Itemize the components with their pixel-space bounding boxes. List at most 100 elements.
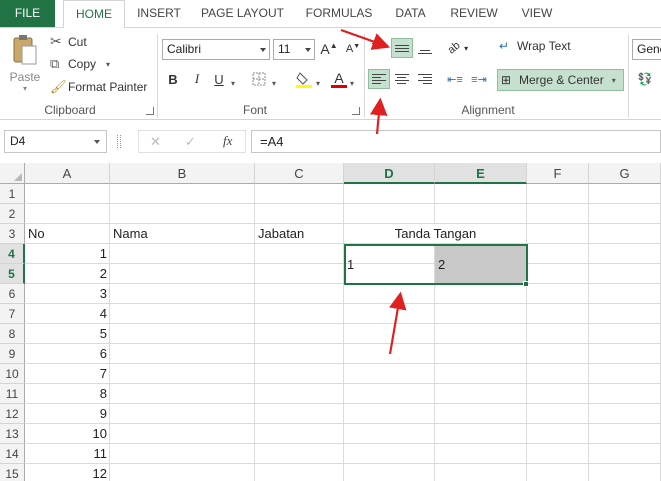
tab-page-layout[interactable]: PAGE LAYOUT — [195, 0, 290, 27]
grid-cell[interactable] — [589, 444, 661, 464]
grid-cell[interactable] — [344, 384, 435, 404]
grid-cell[interactable] — [344, 364, 435, 384]
grid-cell[interactable] — [255, 364, 344, 384]
grid-cell[interactable] — [255, 244, 344, 264]
grid-cell[interactable] — [110, 304, 255, 324]
row-header[interactable]: 9 — [0, 344, 25, 364]
format-painter-button[interactable]: 🖌 Format Painter — [50, 79, 147, 95]
grid-cell[interactable] — [110, 404, 255, 424]
column-header-b[interactable]: B — [110, 163, 255, 184]
middle-align-button[interactable] — [391, 38, 413, 58]
grid-cell[interactable] — [589, 284, 661, 304]
grid-cell[interactable] — [255, 464, 344, 481]
chevron-down-icon[interactable]: ▾ — [316, 79, 320, 88]
grid-cell[interactable] — [589, 264, 661, 284]
grid-cell[interactable] — [435, 204, 527, 224]
cell-a4[interactable]: 1 — [25, 244, 110, 264]
grid-cell[interactable] — [255, 444, 344, 464]
grid-cell[interactable] — [435, 424, 527, 444]
cell-a6[interactable]: 3 — [25, 284, 110, 304]
orientation-button[interactable]: ab ▾ — [444, 38, 472, 58]
column-header-f[interactable]: F — [527, 163, 589, 184]
grid-cell[interactable] — [344, 204, 435, 224]
row-header[interactable]: 12 — [0, 404, 25, 424]
cell-d3[interactable]: Tanda Tangan — [344, 224, 527, 244]
grid-cell[interactable] — [527, 464, 589, 481]
cell-a8[interactable]: 5 — [25, 324, 110, 344]
grid-cell[interactable] — [527, 244, 589, 264]
grid-cell[interactable] — [527, 284, 589, 304]
grid-cell[interactable] — [344, 464, 435, 481]
decrease-indent-button[interactable]: ⇤≡ — [444, 69, 466, 89]
cell-a7[interactable]: 4 — [25, 304, 110, 324]
column-header-d[interactable]: D — [344, 163, 435, 184]
font-launcher-icon[interactable] — [352, 107, 360, 115]
grid-cell[interactable] — [344, 304, 435, 324]
cell-d4[interactable]: 1 — [344, 255, 435, 275]
grid-cell[interactable] — [589, 464, 661, 481]
grid-cell[interactable] — [110, 324, 255, 344]
grid-cell[interactable] — [344, 324, 435, 344]
row-header[interactable]: 13 — [0, 424, 25, 444]
underline-button[interactable]: U — [208, 69, 230, 89]
grid-cell[interactable] — [110, 264, 255, 284]
row-header[interactable]: 2 — [0, 204, 25, 224]
grid-cell[interactable] — [589, 184, 661, 204]
grid-cell[interactable] — [255, 284, 344, 304]
cancel-icon[interactable]: ✕ — [150, 134, 161, 150]
column-header-e[interactable]: E — [435, 163, 527, 184]
grid-cell[interactable] — [255, 424, 344, 444]
grid-cell[interactable] — [110, 464, 255, 481]
grid-cell[interactable] — [344, 404, 435, 424]
font-color-button[interactable]: A — [328, 69, 350, 89]
grid-cell[interactable] — [344, 284, 435, 304]
grid-cell[interactable] — [589, 364, 661, 384]
cell-a3[interactable]: No — [25, 224, 110, 244]
clipboard-launcher-icon[interactable] — [146, 107, 154, 115]
wrap-text-button[interactable]: ↵ Wrap Text — [499, 39, 571, 53]
accounting-format-button[interactable]: 💱 — [634, 69, 656, 89]
row-header[interactable]: 15 — [0, 464, 25, 481]
grid-cell[interactable] — [25, 204, 110, 224]
name-box[interactable]: D4 — [4, 130, 107, 153]
chevron-down-icon[interactable]: ▾ — [350, 79, 354, 88]
tab-file[interactable]: FILE — [0, 0, 55, 27]
grid-cell[interactable] — [435, 304, 527, 324]
formula-input[interactable]: =A4 — [251, 130, 661, 153]
grid-cell[interactable] — [527, 444, 589, 464]
grid-cell[interactable] — [435, 184, 527, 204]
font-name-dropdown[interactable]: Calibri — [162, 39, 270, 60]
insert-function-icon[interactable]: fx — [223, 133, 232, 149]
splitter-handle[interactable] — [117, 135, 121, 148]
column-header-g[interactable]: G — [589, 163, 661, 184]
chevron-down-icon[interactable]: ▾ — [231, 79, 235, 88]
grid-cell[interactable] — [110, 384, 255, 404]
grid-cell[interactable] — [527, 264, 589, 284]
grid-cell[interactable] — [110, 424, 255, 444]
grid-cell[interactable] — [110, 364, 255, 384]
tab-formulas[interactable]: FORMULAS — [298, 0, 380, 27]
grid-cell[interactable] — [255, 324, 344, 344]
grid-cell[interactable] — [435, 384, 527, 404]
grid-cell[interactable] — [589, 344, 661, 364]
number-format-dropdown[interactable]: Gene — [632, 39, 661, 60]
tab-view[interactable]: VIEW — [513, 0, 561, 27]
grid-cell[interactable] — [589, 244, 661, 264]
grid-cell[interactable] — [255, 184, 344, 204]
grid-cell[interactable] — [344, 424, 435, 444]
cell-a12[interactable]: 9 — [25, 404, 110, 424]
row-header[interactable]: 11 — [0, 384, 25, 404]
grid-cell[interactable] — [527, 304, 589, 324]
cut-button[interactable]: ✂ Cut — [50, 33, 87, 50]
row-header[interactable]: 8 — [0, 324, 25, 344]
align-center-button[interactable] — [391, 69, 413, 89]
grid-cell[interactable] — [589, 384, 661, 404]
column-header-c[interactable]: C — [255, 163, 344, 184]
row-header[interactable]: 3 — [0, 224, 25, 244]
column-header-a[interactable]: A — [25, 163, 110, 184]
align-right-button[interactable] — [414, 69, 436, 89]
grid-cell[interactable] — [589, 224, 661, 244]
cell-a13[interactable]: 10 — [25, 424, 110, 444]
grid-cell[interactable] — [435, 404, 527, 424]
cell-a9[interactable]: 6 — [25, 344, 110, 364]
